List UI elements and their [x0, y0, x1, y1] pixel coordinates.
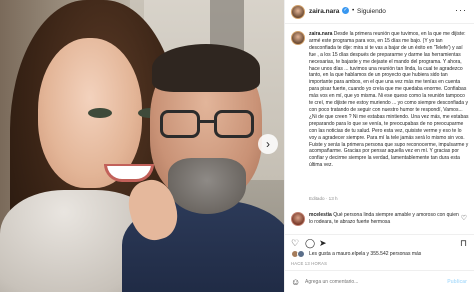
- avatar[interactable]: [291, 31, 305, 45]
- likes-text[interactable]: Les gusta a mauro.elpela y 355.542 perso…: [309, 251, 421, 257]
- caption-username[interactable]: zaira.nara: [309, 31, 332, 37]
- man-glasses: [160, 110, 256, 140]
- avatar[interactable]: [291, 5, 305, 19]
- more-options-icon[interactable]: ···: [455, 5, 467, 15]
- emoji-icon[interactable]: ☺: [291, 277, 300, 287]
- post-photo[interactable]: ›: [0, 0, 284, 292]
- save-bookmark-icon[interactable]: ⊓: [460, 238, 467, 248]
- man-hair: [152, 44, 260, 92]
- post-side-panel: zaira.nara ✓ • Siguiendo ··· zaira.nara …: [284, 0, 474, 292]
- woman-eye-left: [88, 108, 112, 118]
- man-beard: [168, 158, 246, 214]
- next-photo-arrow-icon[interactable]: ›: [258, 134, 278, 154]
- comment-text: mcelestia Qué persona linda siempre amab…: [309, 212, 459, 225]
- avatar[interactable]: [291, 212, 305, 226]
- caption-meta: Editado · 13 h: [309, 196, 338, 201]
- post-date: HACE 13 HORAS: [291, 261, 328, 266]
- add-comment-bar: ☺ Publicar: [285, 270, 474, 292]
- comment-username[interactable]: mcelestia: [309, 212, 332, 218]
- likes-summary: Les gusta a mauro.elpela y 355.542 perso…: [285, 250, 474, 260]
- header-username[interactable]: zaira.nara: [309, 8, 339, 15]
- caption-text: zaira.nara Desde la primera reunión que …: [309, 31, 469, 169]
- comment-body: Qué persona linda siempre amable y amoro…: [309, 212, 459, 225]
- post-caption: zaira.nara Desde la primera reunión que …: [285, 28, 474, 206]
- header-separator: •: [352, 7, 355, 14]
- likers-avatars: [291, 250, 307, 258]
- share-send-icon[interactable]: ➤: [319, 238, 327, 248]
- caption-body: Desde la primera reunión que tuvimos, en…: [309, 31, 469, 169]
- follow-status-button[interactable]: Siguiendo: [357, 8, 386, 15]
- verified-badge-icon: ✓: [342, 7, 349, 14]
- comment-input[interactable]: [305, 279, 425, 285]
- comment-like-icon[interactable]: ♡: [461, 214, 467, 222]
- woman-face: [38, 38, 162, 188]
- like-heart-icon[interactable]: ♡: [291, 238, 299, 248]
- comment-bubble-icon[interactable]: ◯: [305, 238, 315, 248]
- post-actions: ♡ ◯ ➤ ⊓: [285, 234, 474, 248]
- comment-item: mcelestia Qué persona linda siempre amab…: [285, 210, 474, 232]
- post-header: zaira.nara ✓ • Siguiendo ···: [285, 0, 474, 24]
- post-comment-button[interactable]: Publicar: [447, 279, 467, 285]
